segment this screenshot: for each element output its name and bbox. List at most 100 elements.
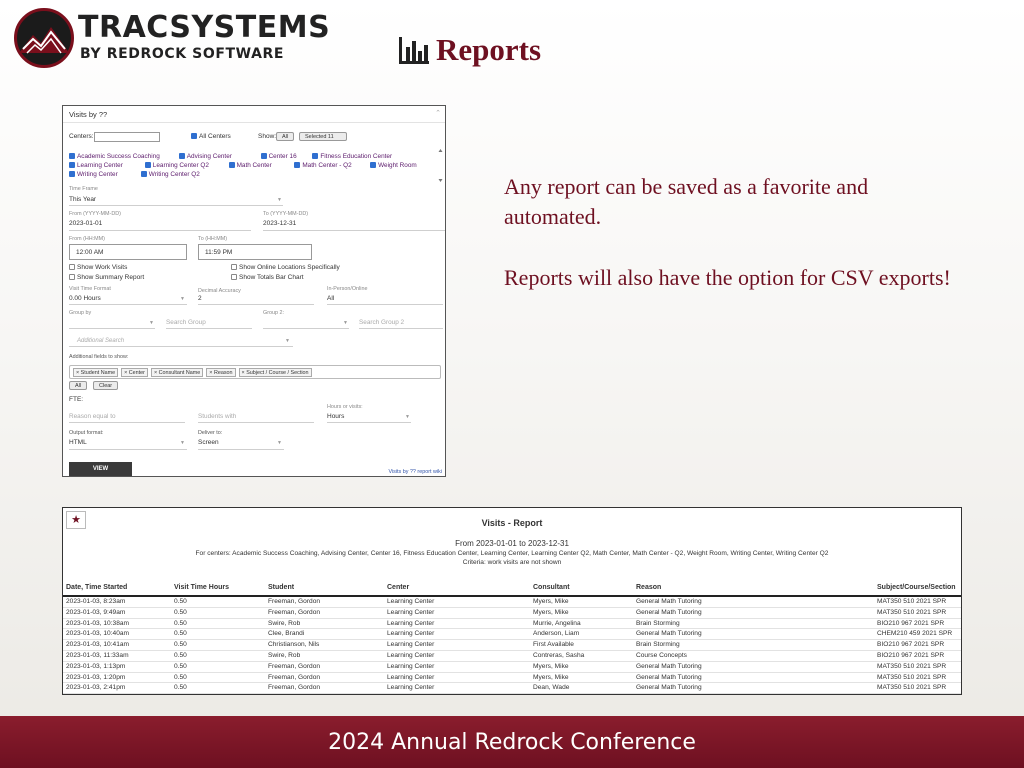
- table-row: 2023-01-03, 1:13pm 0.50 Freeman, Gordon Lea…: [63, 662, 961, 673]
- cell: Anderson, Liam: [533, 630, 580, 638]
- decimal-accuracy-label: Decimal Accuracy: [198, 288, 241, 294]
- deliver-to-select[interactable]: Screen: [198, 439, 219, 446]
- hours-or-visits-label: Hours or visits:: [327, 404, 363, 410]
- report-wiki-link[interactable]: Visits by ?? report wiki: [388, 469, 442, 475]
- to-date-label: To (YYYY-MM-DD): [263, 211, 309, 217]
- column-header[interactable]: Reason: [636, 584, 661, 591]
- additional-search-input[interactable]: Additional Search: [77, 338, 124, 344]
- show-all-button[interactable]: All: [276, 132, 295, 141]
- chevron-down-icon: ▼: [405, 414, 410, 420]
- column-header[interactable]: Date, Time Started: [66, 584, 127, 591]
- center-label: Writing Center Q2: [148, 171, 200, 178]
- cell: Myers, Mike: [533, 598, 569, 605]
- center-checkbox[interactable]: Math Center - Q2: [294, 161, 368, 170]
- field-tag-reason[interactable]: × Reason: [206, 368, 236, 377]
- checkbox-unchecked-icon: [69, 264, 75, 270]
- center-checkbox[interactable]: Learning Center Q2: [144, 161, 227, 170]
- to-date-input[interactable]: 2023-12-31: [263, 220, 296, 227]
- center-checkbox[interactable]: Weight Room: [370, 162, 417, 169]
- group-by-select[interactable]: [69, 328, 155, 329]
- cell: 0.50: [174, 641, 187, 649]
- hours-or-visits-select[interactable]: Hours: [327, 413, 344, 420]
- cell: Learning Center: [387, 630, 435, 638]
- center-checkbox[interactable]: Academic Success Coaching: [69, 152, 177, 161]
- field-tag-subject-course-section[interactable]: × Subject / Course / Section: [238, 368, 312, 377]
- cell: Brain Storming: [636, 641, 680, 649]
- all-centers-checkbox[interactable]: All Centers: [191, 133, 231, 140]
- cell: Myers, Mike: [533, 673, 569, 681]
- cell: 2023-01-03, 10:40am: [66, 630, 130, 638]
- from-time-input[interactable]: 12:00 AM: [69, 244, 187, 260]
- cell: 2023-01-03, 9:49am: [66, 608, 126, 616]
- cell: Course Concepts: [636, 651, 687, 659]
- field-tag-consultant-name[interactable]: × Consultant Name: [150, 368, 204, 377]
- to-time-input[interactable]: 11:59 PM: [198, 244, 312, 260]
- from-date-input[interactable]: 2023-01-01: [69, 220, 102, 227]
- cell: General Math Tutoring: [636, 662, 702, 670]
- show-work-visits-label: Show Work Visits: [77, 264, 128, 271]
- output-format-select[interactable]: HTML: [69, 439, 87, 446]
- cell: Myers, Mike: [533, 662, 569, 670]
- students-with-input[interactable]: Students with: [198, 413, 236, 420]
- fields-all-button[interactable]: All: [69, 381, 88, 390]
- divider: [69, 422, 185, 423]
- show-totals-bar-chart-checkbox[interactable]: Show Totals Bar Chart: [231, 274, 304, 281]
- checkbox-checked-icon: [69, 171, 75, 177]
- cell: General Math Tutoring: [636, 673, 702, 681]
- show-totals-bar-chart-label: Show Totals Bar Chart: [239, 274, 304, 281]
- centers-scrollbar[interactable]: [438, 148, 443, 183]
- cell: 0.50: [174, 684, 187, 692]
- group-2-select[interactable]: [263, 328, 349, 329]
- table-row: 2023-01-03, 10:40am 0.50 Clee, Brandi Learn…: [63, 629, 961, 641]
- collapse-icon[interactable]: ⌃: [435, 109, 441, 117]
- visit-time-format-select[interactable]: 0.00 Hours: [69, 295, 101, 302]
- centers-search-input[interactable]: [94, 132, 160, 142]
- divider: [327, 422, 411, 423]
- cell: Swire, Rob: [268, 651, 301, 659]
- cell: Freeman, Gordon: [268, 598, 321, 605]
- cell: Clee, Brandi: [268, 630, 305, 638]
- cell: Learning Center: [387, 662, 435, 670]
- time-frame-select[interactable]: This Year: [69, 196, 96, 203]
- fields-clear-button[interactable]: Clear: [93, 381, 119, 390]
- column-header[interactable]: Visit Time Hours: [174, 584, 229, 591]
- from-time-value: 12:00 AM: [76, 249, 104, 256]
- report-title: Visits - Report: [481, 518, 543, 528]
- center-checkbox[interactable]: Math Center: [228, 161, 293, 170]
- reason-equal-input[interactable]: Reason equal to: [69, 413, 116, 420]
- show-work-visits-checkbox[interactable]: Show Work Visits: [69, 264, 127, 271]
- center-checkbox[interactable]: Fitness Education Center: [312, 153, 392, 160]
- report-table-body: 2023-01-03, 8:23am 0.50 Freeman, Gordon Lea…: [63, 597, 961, 694]
- cell: Learning Center: [387, 608, 435, 616]
- search-group-2-input[interactable]: Search Group 2: [359, 319, 404, 326]
- cell: BIO210 967 2021 SPR: [877, 651, 945, 659]
- show-label: Show:: [258, 133, 277, 140]
- center-label: Academic Success Coaching: [77, 153, 160, 160]
- report-centers-line: For centers: Academic Success Coaching, …: [195, 550, 829, 557]
- field-tag-center[interactable]: × Center: [121, 368, 148, 377]
- additional-fields-tags[interactable]: × Student Name × Center × Consultant Name ×…: [69, 365, 441, 379]
- show-summary-report-checkbox[interactable]: Show Summary Report: [69, 274, 144, 281]
- table-row: 2023-01-03, 10:41am 0.50 Christianson, Nil…: [63, 640, 961, 651]
- show-online-locations-checkbox[interactable]: Show Online Locations Specifically: [231, 264, 340, 271]
- in-person-online-select[interactable]: All: [327, 295, 334, 302]
- show-selected-button[interactable]: Selected 11: [299, 132, 347, 141]
- column-header[interactable]: Center: [387, 584, 409, 591]
- center-label: Center 16: [268, 153, 297, 160]
- center-checkbox[interactable]: Advising Center: [178, 152, 259, 161]
- decimal-accuracy-input[interactable]: 2: [198, 295, 202, 302]
- view-button[interactable]: VIEW: [69, 462, 132, 476]
- center-checkbox[interactable]: Center 16: [260, 152, 311, 161]
- column-header[interactable]: Student: [268, 584, 294, 591]
- table-row: 2023-01-03, 8:23am 0.50 Freeman, Gordon Lea…: [63, 597, 961, 608]
- center-checkbox[interactable]: Writing Center: [69, 170, 139, 179]
- column-header[interactable]: Consultant: [533, 584, 570, 591]
- cell: First Available: [533, 641, 574, 649]
- center-checkbox[interactable]: Learning Center: [69, 161, 143, 170]
- additional-fields-label: Additional fields to show:: [69, 354, 129, 360]
- field-tag-student-name[interactable]: × Student Name: [73, 368, 119, 377]
- center-checkbox[interactable]: Writing Center Q2: [140, 171, 200, 178]
- checkbox-unchecked-icon: [231, 264, 237, 270]
- column-header[interactable]: Subject/Course/Section: [877, 584, 956, 591]
- search-group-input[interactable]: Search Group: [166, 319, 206, 326]
